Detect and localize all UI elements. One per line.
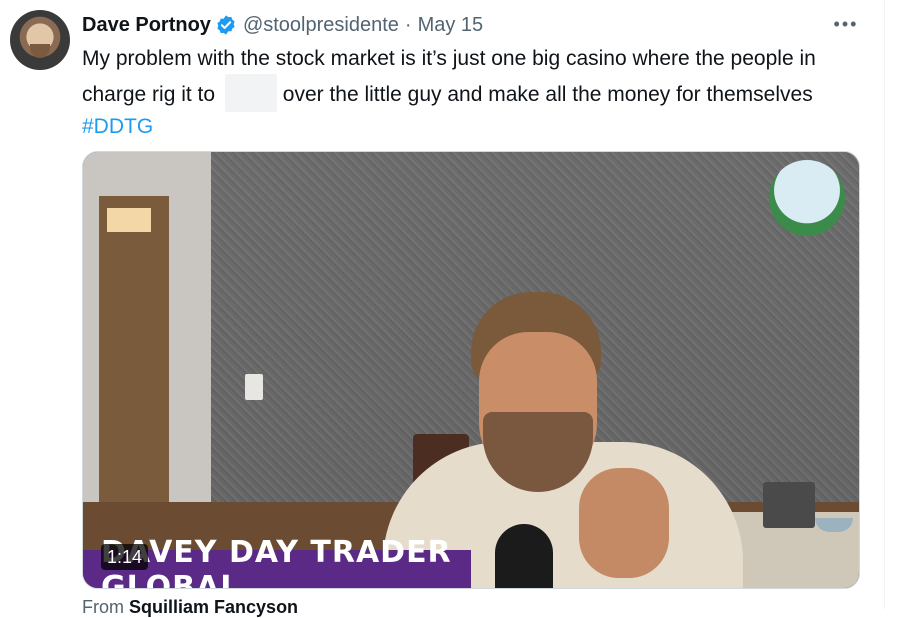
handle[interactable]: @stoolpresidente xyxy=(243,14,399,37)
video-player[interactable]: DAVEY DAY TRADER GLOBAL 1:14 xyxy=(82,151,860,589)
attribution-prefix: From xyxy=(82,597,124,617)
verified-badge-icon xyxy=(217,15,235,35)
tissue-box xyxy=(763,482,815,528)
separator: · xyxy=(404,13,412,36)
video-duration: 1:14 xyxy=(101,544,149,570)
channel-logo xyxy=(769,160,845,236)
redacted-word xyxy=(224,74,277,112)
avatar[interactable] xyxy=(10,10,70,70)
media-attribution: From Squilliam Fancyson xyxy=(82,597,298,618)
more-options-icon[interactable]: ••• xyxy=(828,10,864,38)
microphone xyxy=(495,524,553,588)
tweet-date[interactable]: May 15 xyxy=(418,14,484,37)
display-name[interactable]: Dave Portnoy xyxy=(82,14,211,37)
attribution-source-link[interactable]: Squilliam Fancyson xyxy=(129,597,298,617)
column-divider xyxy=(884,0,885,609)
doorway-light xyxy=(107,208,151,232)
light-switch xyxy=(245,374,263,400)
hand xyxy=(579,468,669,578)
tweet-text: My problem with the stock market is it’s… xyxy=(82,44,862,142)
tweet-header: Dave Portnoy @stoolpresidente · May 15 xyxy=(82,12,483,38)
hashtag-link[interactable]: #DDTG xyxy=(82,115,153,138)
tweet-text-end: over the little guy and make all the mon… xyxy=(282,83,813,106)
doorway xyxy=(99,196,169,526)
